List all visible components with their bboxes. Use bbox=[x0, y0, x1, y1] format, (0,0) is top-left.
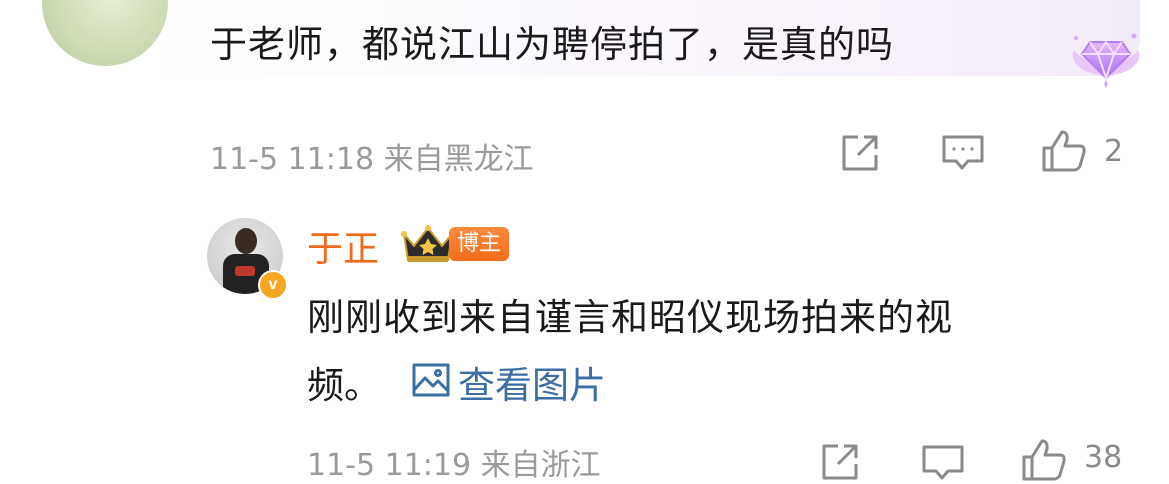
crown-icon bbox=[400, 222, 456, 266]
comment-icon[interactable] bbox=[920, 443, 966, 483]
vip-gem-icon bbox=[1068, 28, 1144, 92]
reply-text-line-1: 刚刚收到来自谨言和昭仪现场拍来的视 bbox=[307, 296, 953, 339]
comment-meta: 11-5 11:18 来自黑龙江 bbox=[210, 134, 534, 178]
blogger-badge: 博主 bbox=[449, 227, 510, 261]
like-count: 2 bbox=[1104, 134, 1124, 169]
like-icon[interactable] bbox=[1040, 128, 1088, 174]
comment-location: 来自黑龙江 bbox=[383, 142, 534, 177]
reply-location: 来自浙江 bbox=[480, 448, 601, 483]
comment-text: 于老师，都说江山为聘停拍了，是真的吗 bbox=[210, 23, 894, 66]
comment-time: 11-5 11:18 bbox=[210, 142, 375, 177]
image-icon[interactable] bbox=[411, 362, 451, 398]
reply-author-name[interactable]: 于正 bbox=[307, 220, 379, 272]
reply-text-line-2: 频。 bbox=[307, 364, 381, 407]
view-image-link[interactable]: 查看图片 bbox=[458, 355, 606, 409]
verified-badge: v bbox=[258, 270, 288, 300]
share-icon[interactable] bbox=[818, 440, 862, 484]
share-icon[interactable] bbox=[838, 131, 882, 175]
comment-icon[interactable] bbox=[940, 133, 986, 173]
like-icon[interactable] bbox=[1020, 437, 1068, 483]
reply-like-count: 38 bbox=[1084, 440, 1123, 475]
reply-meta: 11-5 11:19 来自浙江 bbox=[307, 440, 601, 484]
reply-time: 11-5 11:19 bbox=[307, 448, 472, 483]
